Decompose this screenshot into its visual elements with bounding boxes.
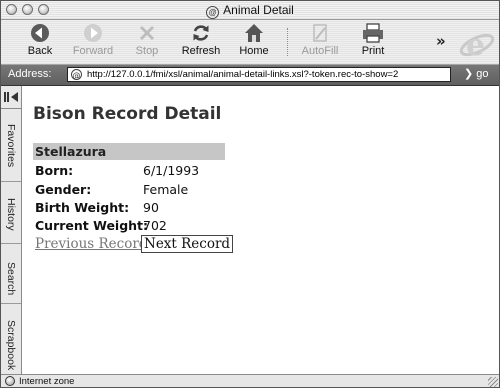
page-globe-icon: @ (206, 6, 220, 19)
previous-record-link[interactable]: Previous Record (35, 236, 147, 252)
browser-window: @ Animal Detail Back Forward Stop Refres… (0, 0, 500, 388)
print-button[interactable]: Print (353, 22, 393, 62)
url-globe-icon: @ (71, 69, 82, 80)
sidebar-tab-scrapbook[interactable]: Scrapbook (1, 304, 21, 374)
refresh-button[interactable]: Refresh (177, 22, 225, 62)
address-input[interactable]: @ http://127.0.0.1/fmi/xsl/animal/animal… (67, 67, 451, 82)
sidebar-tab-label: History (5, 198, 17, 231)
sidebar-tab-label: Favorites (5, 124, 17, 168)
toolbar-separator (287, 28, 289, 56)
collapse-sidebar-icon (4, 92, 18, 102)
forward-arrow-icon (84, 24, 102, 42)
autofill-button[interactable]: AutoFill (295, 22, 345, 62)
autofill-icon (313, 24, 327, 42)
explorer-bar: Favorites History Search Scrapbook (1, 86, 22, 374)
record-name: Stellazura (33, 143, 225, 160)
sidebar-tab-favorites[interactable]: Favorites (1, 108, 21, 182)
sidebar-tab-history[interactable]: History (1, 182, 21, 244)
address-bar: Address: @ http://127.0.0.1/fmi/xsl/anim… (1, 65, 499, 86)
back-arrow-icon (31, 24, 49, 42)
svg-text:e: e (466, 28, 485, 61)
field-value: 6/1/1993 (143, 163, 200, 178)
printer-icon (363, 23, 383, 43)
status-text: Internet zone (19, 376, 75, 387)
back-button[interactable]: Back (19, 22, 61, 62)
resize-grip[interactable] (488, 377, 498, 387)
sidebar-tab-search[interactable]: Search (1, 244, 21, 304)
ie-logo-icon: e (459, 28, 495, 61)
status-bar: Internet zone (1, 374, 499, 387)
internet-zone-icon (5, 376, 15, 386)
sidebar-tab-label: Scrapbook (5, 320, 17, 371)
title-bar: @ Animal Detail (1, 1, 499, 20)
home-icon (245, 24, 263, 42)
page-content: Bison Record Detail Stellazura Born: 6/1… (22, 86, 499, 374)
address-url[interactable]: http://127.0.0.1/fmi/xsl/animal/animal-d… (87, 68, 447, 81)
window-title: Animal Detail (223, 3, 294, 17)
field-label: Gender: (35, 182, 92, 197)
home-button[interactable]: Home (235, 22, 273, 62)
page-title: Bison Record Detail (33, 104, 222, 124)
toolbar: Back Forward Stop Refresh Home AutoFill … (1, 20, 499, 65)
field-label: Current Weight: (35, 218, 149, 233)
forward-button[interactable]: Forward (67, 22, 119, 62)
back-label: Back (27, 45, 53, 57)
address-label: Address: (8, 68, 52, 80)
stop-button[interactable]: Stop (128, 22, 166, 62)
more-toolbar-chevron[interactable]: » (436, 32, 446, 50)
sidebar-tab-label: Search (5, 262, 17, 296)
print-label: Print (361, 45, 385, 57)
field-label: Birth Weight: (35, 200, 130, 215)
refresh-icon (193, 25, 209, 41)
field-value: Female (143, 182, 189, 197)
explorer-bar-toggle[interactable] (1, 86, 21, 109)
forward-label: Forward (72, 45, 114, 57)
window-title-area: @ Animal Detail (1, 1, 499, 19)
autofill-label: AutoFill (301, 45, 339, 57)
home-label: Home (239, 45, 269, 57)
refresh-label: Refresh (181, 45, 221, 57)
record-header-table: Stellazura (33, 143, 225, 160)
next-record-link[interactable]: Next Record (141, 235, 234, 253)
field-value: 90 (143, 200, 159, 215)
stop-label: Stop (135, 45, 159, 57)
stop-x-icon (139, 25, 155, 41)
go-label: go (476, 68, 489, 80)
field-value: 702 (143, 218, 167, 233)
field-label: Born: (35, 163, 74, 178)
go-button[interactable]: ❯ go (464, 67, 489, 80)
